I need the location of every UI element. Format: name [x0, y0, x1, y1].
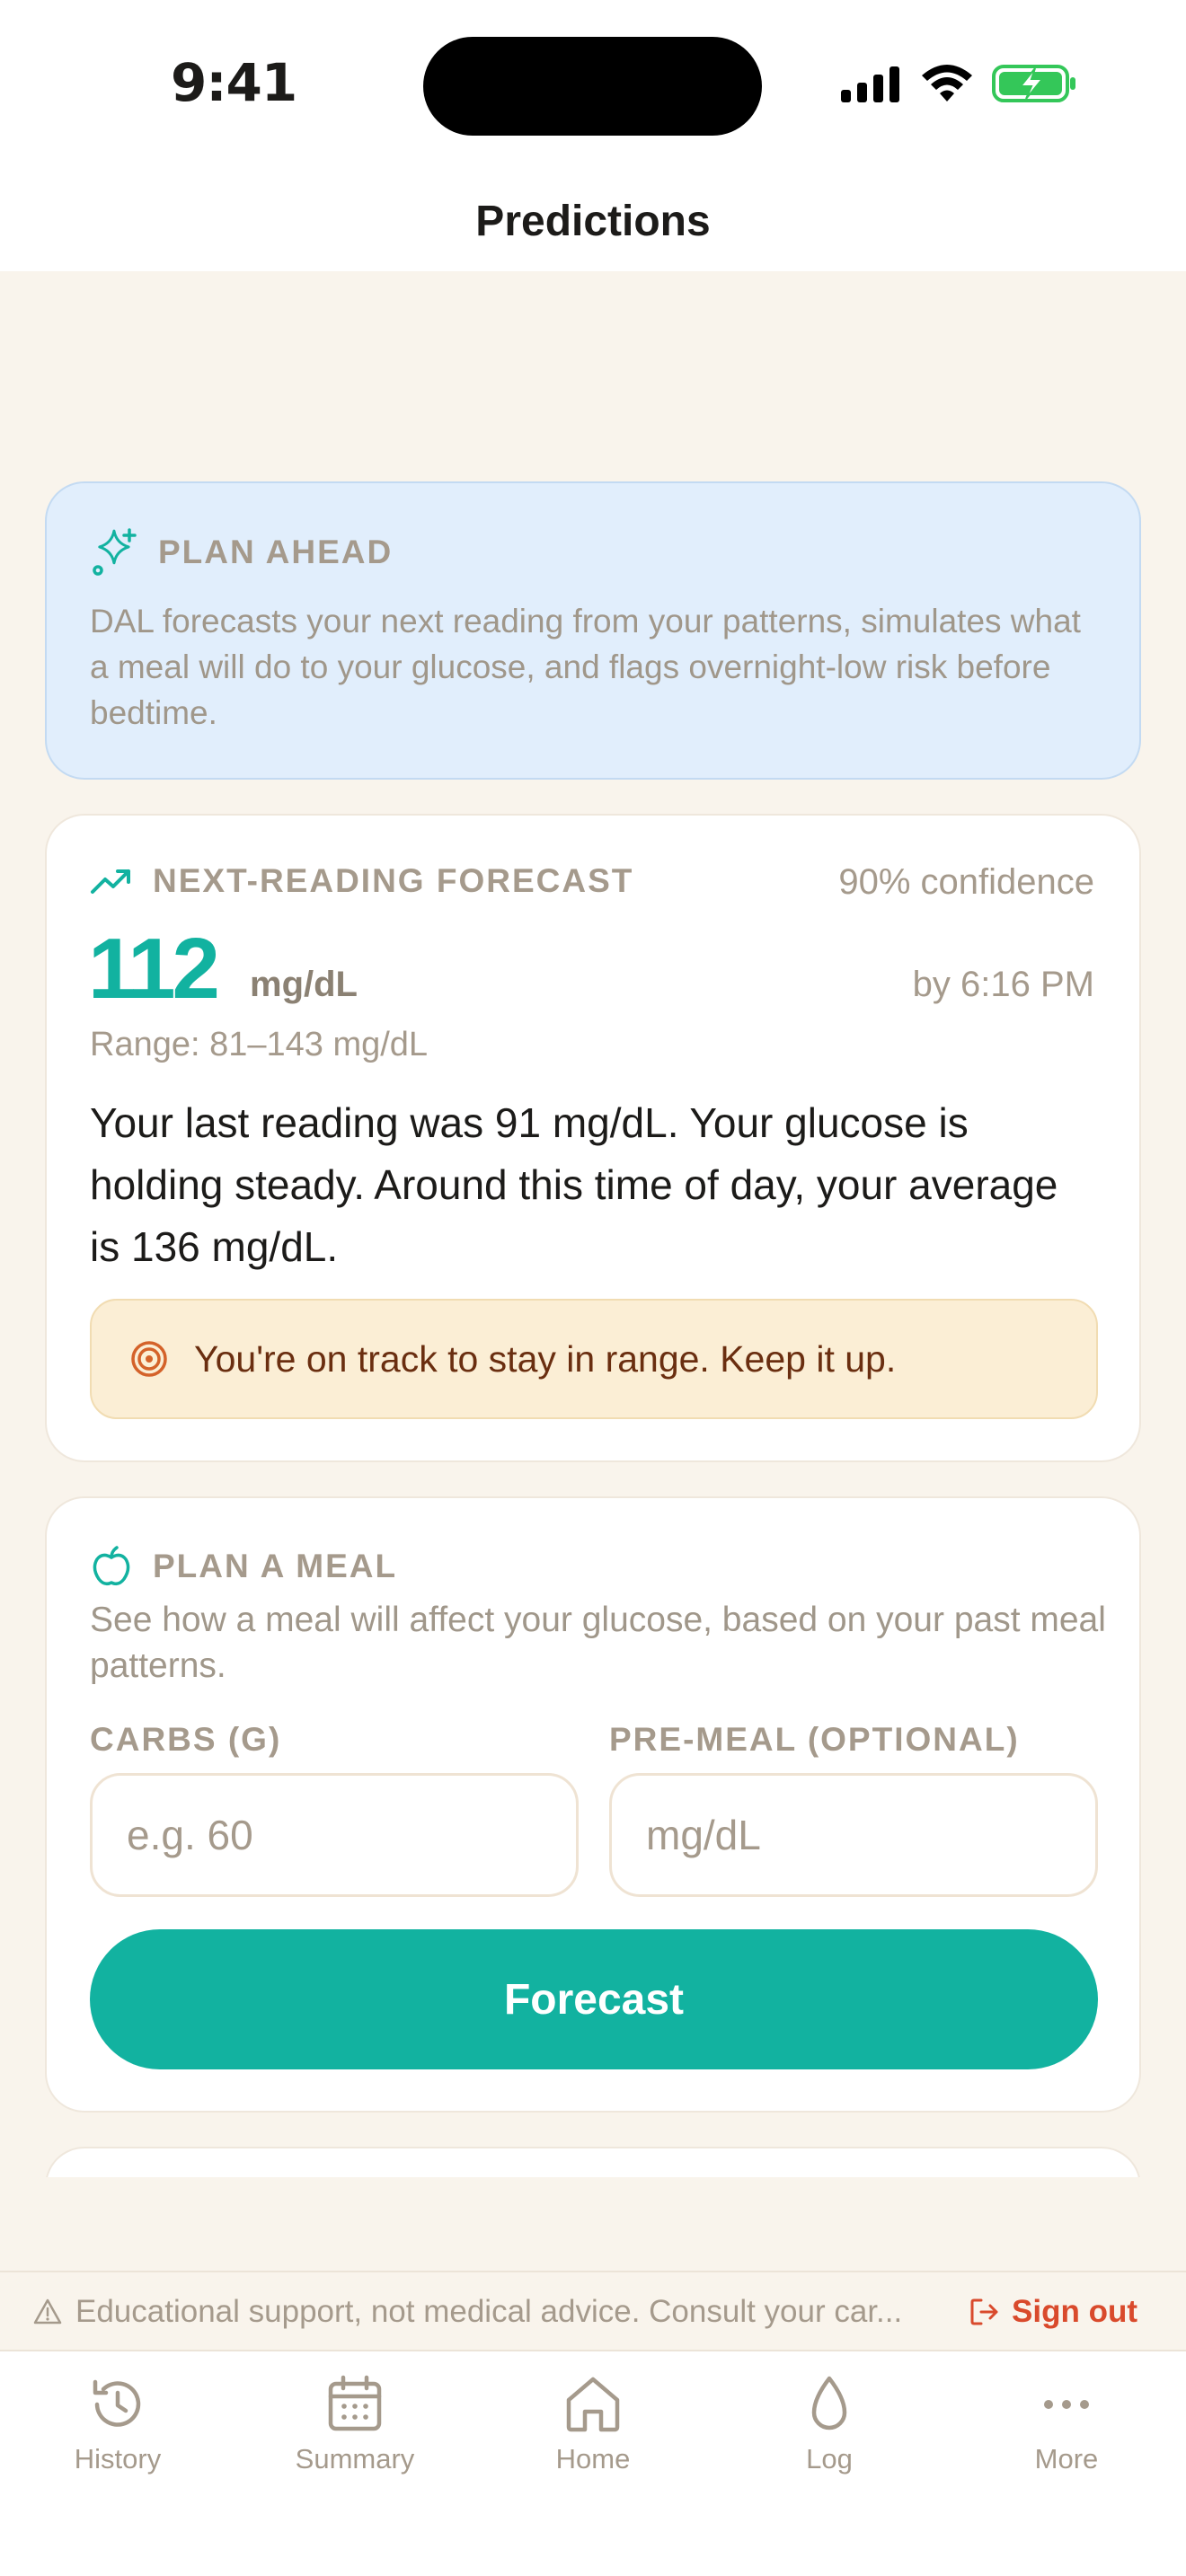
forecast-unit: mg/dL — [250, 965, 358, 1004]
trending-up-icon — [91, 869, 130, 894]
plan-ahead-label: PLAN AHEAD — [158, 534, 394, 570]
plan-meal-header: PLAN A MEAL — [90, 1545, 397, 1588]
signal-icon — [841, 66, 899, 102]
status-time: 9:41 — [171, 52, 297, 113]
disclaimer-bar: Educational support, not medical advice.… — [0, 2271, 1186, 2351]
warning-icon — [33, 2298, 62, 2325]
forecast-header: NEXT-READING FORECAST — [90, 862, 633, 900]
apple-icon — [93, 1546, 130, 1586]
navigation-bar: Predictions — [0, 171, 1186, 271]
plan-meal-label: PLAN A MEAL — [153, 1548, 398, 1584]
confidence-text: 90% confidence — [838, 862, 1094, 902]
sign-out-label[interactable]: Sign out — [1012, 2294, 1137, 2330]
next-reading-forecast-card: NEXT-READING FORECAST 90% confidence 112… — [45, 814, 1141, 1462]
scroll-fade — [0, 2177, 1186, 2272]
status-icons — [841, 63, 1078, 104]
drop-icon — [811, 2376, 847, 2430]
sign-out-icon — [970, 2298, 998, 2325]
calendar-icon — [328, 2375, 382, 2431]
forecast-button[interactable]: Forecast — [90, 1929, 1098, 2069]
carbs-label: CARBS (G) — [90, 1721, 282, 1758]
plan-ahead-text: DAL forecasts your next reading from you… — [90, 603, 1081, 731]
tab-log-label: Log — [806, 2443, 853, 2475]
disclaimer-text: Educational support, not medical advice.… — [75, 2294, 903, 2329]
forecast-range: Range: 81–143 mg/dL — [90, 1026, 429, 1063]
on-track-message: You're on track to stay in range. Keep i… — [194, 1337, 897, 1380]
tab-bar: History Summary Home Log More — [0, 2351, 1186, 2576]
target-icon — [131, 1341, 167, 1377]
home-icon — [566, 2377, 620, 2432]
history-icon — [93, 2379, 141, 2427]
tab-more[interactable]: More — [977, 2373, 1156, 2475]
tab-home-label: Home — [555, 2443, 631, 2475]
tab-log[interactable]: Log — [739, 2373, 919, 2475]
forecast-time: by 6:16 PM — [912, 965, 1094, 1004]
wifi-icon — [922, 65, 972, 101]
tab-summary-label: Summary — [295, 2443, 415, 2475]
forecast-value: 112 — [88, 921, 220, 1017]
on-track-banner: You're on track to stay in range. Keep i… — [90, 1299, 1098, 1419]
more-icon — [1044, 2400, 1089, 2409]
sign-out-button[interactable]: Sign out — [969, 2294, 1137, 2330]
forecast-label: NEXT-READING FORECAST — [153, 862, 634, 899]
battery-icon — [992, 65, 1075, 102]
forecast-summary: Your last reading was 91 mg/dL. Your glu… — [90, 1099, 1058, 1270]
plan-ahead-header: PLAN AHEAD — [90, 528, 393, 577]
tab-history[interactable]: History — [28, 2373, 208, 2475]
tab-summary[interactable]: Summary — [265, 2373, 445, 2475]
page-title: Predictions — [475, 197, 711, 245]
plan-meal-description: See how a meal will affect your glucose,… — [90, 1601, 1106, 1685]
tab-more-label: More — [1034, 2443, 1099, 2475]
sparkles-icon — [93, 528, 137, 576]
tab-history-label: History — [74, 2443, 162, 2475]
status-bar: 9:41 — [0, 0, 1186, 171]
plan-meal-card: PLAN A MEAL See how a meal will affect y… — [45, 1496, 1141, 2113]
carbs-input[interactable] — [90, 1773, 579, 1897]
dynamic-island — [423, 37, 762, 136]
plan-ahead-card: PLAN AHEAD DAL forecasts your next readi… — [45, 481, 1141, 780]
premeal-glucose-input[interactable] — [609, 1773, 1098, 1897]
tab-home[interactable]: Home — [503, 2373, 683, 2475]
disclaimer: Educational support, not medical advice.… — [32, 2294, 902, 2330]
premeal-label: PRE-MEAL (OPTIONAL) — [609, 1721, 1020, 1758]
